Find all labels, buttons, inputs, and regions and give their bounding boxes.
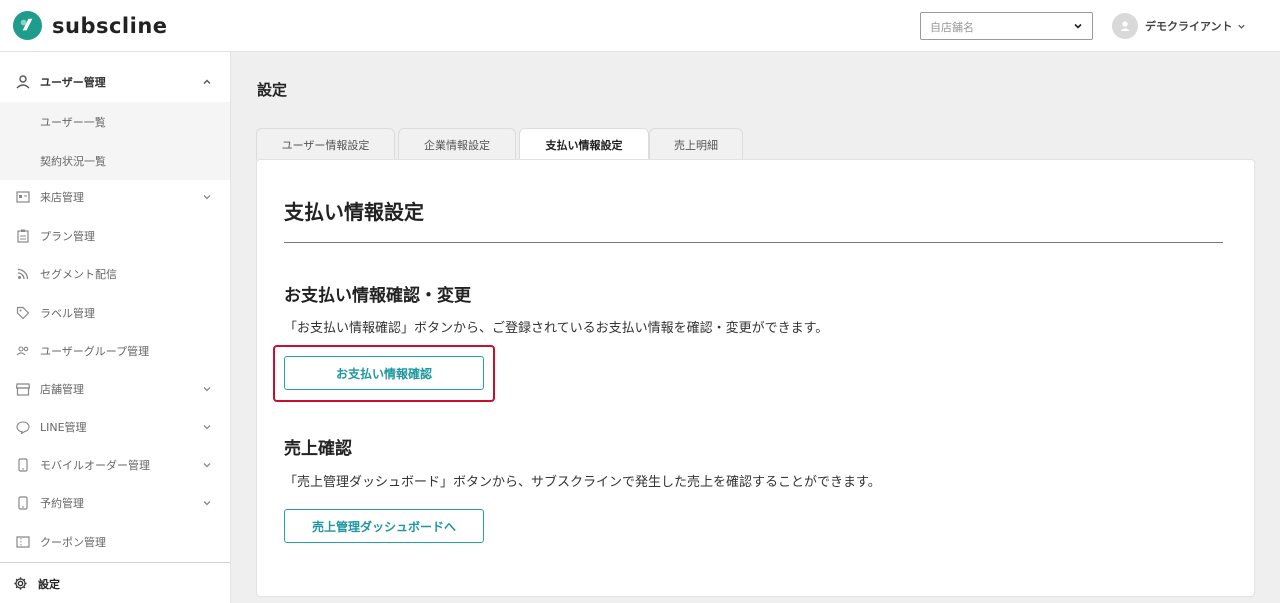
sidebar-item-label: セグメント配信 bbox=[40, 268, 117, 281]
sidebar-item-label: ユーザー一覧 bbox=[40, 116, 106, 129]
store-select[interactable]: 自店舗名 bbox=[920, 12, 1093, 40]
store-icon bbox=[15, 381, 31, 397]
sidebar-item-label: ラベル管理 bbox=[40, 307, 95, 320]
sidebar-item-user-group-management[interactable]: ユーザーグループ管理 bbox=[0, 343, 230, 359]
tab-label: 売上明細 bbox=[674, 138, 718, 152]
chat-icon bbox=[15, 419, 31, 435]
payment-info-confirm-button[interactable]: お支払い情報確認 bbox=[284, 356, 484, 390]
sidebar-item-label: ユーザー管理 bbox=[40, 76, 106, 89]
chevron-up-icon bbox=[203, 79, 211, 84]
sidebar-item-settings[interactable]: 設定 bbox=[0, 562, 230, 603]
sidebar-item-mobile-order-management[interactable]: モバイルオーダー管理 bbox=[0, 457, 230, 473]
sidebar-item-visit-management[interactable]: 来店管理 bbox=[0, 189, 230, 205]
section-title-sales: 売上確認 bbox=[284, 439, 352, 459]
tab-label: ユーザー情報設定 bbox=[281, 138, 370, 152]
chevron-down-icon bbox=[203, 425, 211, 430]
tab-payment-info-settings[interactable]: 支払い情報設定 bbox=[519, 128, 649, 161]
sidebar-item-segment-delivery[interactable]: セグメント配信 bbox=[0, 266, 230, 282]
chevron-down-icon bbox=[1237, 24, 1245, 29]
phone-icon bbox=[15, 495, 31, 511]
rss-icon bbox=[15, 266, 31, 282]
sidebar-item-label: プラン管理 bbox=[40, 230, 95, 243]
chevron-down-icon bbox=[203, 387, 211, 392]
user-avatar-icon bbox=[1120, 21, 1130, 31]
id-card-icon bbox=[15, 189, 31, 205]
sidebar-subitem-user-list[interactable]: ユーザー一覧 bbox=[0, 114, 230, 130]
sidebar-item-reservation-management[interactable]: 予約管理 bbox=[0, 495, 230, 511]
sidebar-item-label: 来店管理 bbox=[40, 191, 84, 204]
page-title: 設定 bbox=[257, 81, 288, 99]
user-name: デモクライアント bbox=[1145, 20, 1233, 33]
phone-icon bbox=[15, 457, 31, 473]
tab-company-info-settings[interactable]: 企業情報設定 bbox=[398, 128, 516, 160]
group-icon bbox=[15, 343, 31, 359]
sidebar-item-label-management[interactable]: ラベル管理 bbox=[0, 305, 230, 321]
sidebar-item-user-management[interactable]: ユーザー管理 bbox=[0, 73, 230, 91]
section-description-payment: 「お支払い情報確認」ボタンから、ご登録されているお支払い情報を確認・変更ができま… bbox=[284, 321, 829, 336]
sidebar-subitem-contract-status[interactable]: 契約状況一覧 bbox=[0, 153, 230, 169]
sidebar-item-label: ユーザーグループ管理 bbox=[40, 345, 150, 358]
logo-mark-icon bbox=[12, 10, 43, 41]
sidebar-item-plan-management[interactable]: プラン管理 bbox=[0, 228, 230, 244]
sidebar-item-coupon-management[interactable]: クーポン管理 bbox=[0, 534, 230, 550]
chevron-down-icon bbox=[203, 463, 211, 468]
tag-icon bbox=[15, 305, 31, 321]
panel-title: 支払い情報設定 bbox=[284, 200, 424, 224]
tab-sales-details[interactable]: 売上明細 bbox=[649, 128, 743, 160]
sidebar: ユーザー管理 ユーザー一覧 契約状況一覧 来店管理 プラン管理 セグメント配信 … bbox=[0, 52, 231, 603]
chevron-down-icon bbox=[203, 501, 211, 506]
top-header: subscline 自店舗名 デモクライアント bbox=[0, 0, 1280, 52]
chevron-down-icon bbox=[1074, 23, 1082, 29]
divider bbox=[284, 242, 1223, 243]
sidebar-item-label: 店舗管理 bbox=[40, 383, 84, 396]
person-icon bbox=[15, 74, 31, 90]
sidebar-item-label: モバイルオーダー管理 bbox=[40, 459, 150, 472]
sidebar-item-label: クーポン管理 bbox=[40, 536, 106, 549]
sidebar-item-label: 設定 bbox=[38, 578, 60, 591]
tab-label: 支払い情報設定 bbox=[545, 139, 623, 152]
tab-user-info-settings[interactable]: ユーザー情報設定 bbox=[256, 128, 395, 160]
ticket-icon bbox=[15, 534, 31, 550]
tab-label: 企業情報設定 bbox=[424, 138, 490, 152]
brand-name: subscline bbox=[52, 13, 168, 38]
user-menu[interactable]: デモクライアント bbox=[1112, 13, 1246, 39]
sidebar-item-label: LINE管理 bbox=[40, 421, 87, 434]
sidebar-item-label: 予約管理 bbox=[40, 497, 84, 510]
chevron-down-icon bbox=[203, 195, 211, 200]
store-select-placeholder: 自店舗名 bbox=[930, 21, 974, 34]
gear-icon bbox=[12, 575, 28, 591]
avatar bbox=[1112, 13, 1138, 39]
sales-dashboard-button[interactable]: 売上管理ダッシュボードへ bbox=[284, 509, 484, 543]
sidebar-item-label: 契約状況一覧 bbox=[40, 155, 106, 168]
sidebar-item-line-management[interactable]: LINE管理 bbox=[0, 419, 230, 435]
brand-logo[interactable]: subscline bbox=[12, 10, 168, 41]
section-title-payment: お支払い情報確認・変更 bbox=[284, 286, 471, 306]
section-description-sales: 「売上管理ダッシュボード」ボタンから、サブスクラインで発生した売上を確認すること… bbox=[284, 475, 881, 490]
clipboard-icon bbox=[15, 228, 31, 244]
sidebar-item-store-management[interactable]: 店舗管理 bbox=[0, 381, 230, 397]
